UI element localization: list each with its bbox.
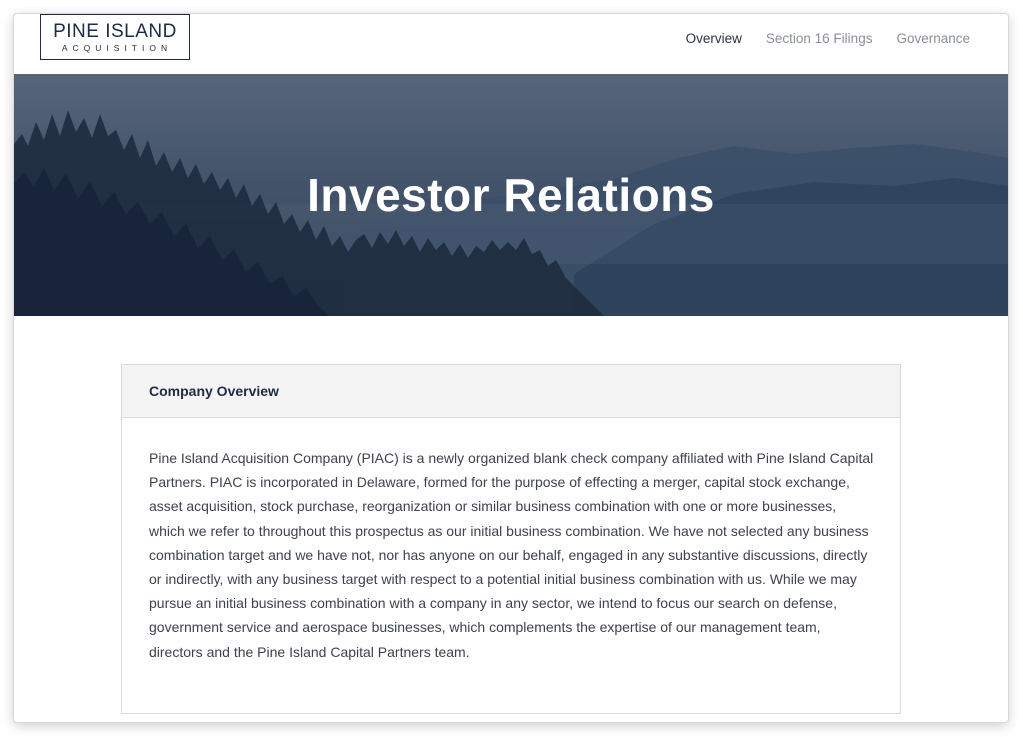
page-title: Investor Relations [307,169,715,221]
logo-main-text: PINE ISLAND [53,21,177,42]
company-overview-panel: Company Overview Pine Island Acquisition… [121,364,901,714]
nav-section-16-filings[interactable]: Section 16 Filings [766,31,873,46]
logo-sub-text: ACQUISITION [61,43,173,53]
hero-banner: Investor Relations [14,74,1008,316]
panel-title: Company Overview [149,383,279,399]
main-nav: Overview Section 16 Filings Governance [662,31,970,46]
nav-overview[interactable]: Overview [686,31,742,46]
site-logo[interactable]: PINE ISLAND ACQUISITION [40,14,190,60]
site-header: PINE ISLAND ACQUISITION Overview Section… [14,14,1008,74]
browser-page: PINE ISLAND ACQUISITION Overview Section… [14,14,1008,722]
nav-governance[interactable]: Governance [896,31,970,46]
overview-paragraph: Pine Island Acquisition Company (PIAC) i… [149,450,874,660]
